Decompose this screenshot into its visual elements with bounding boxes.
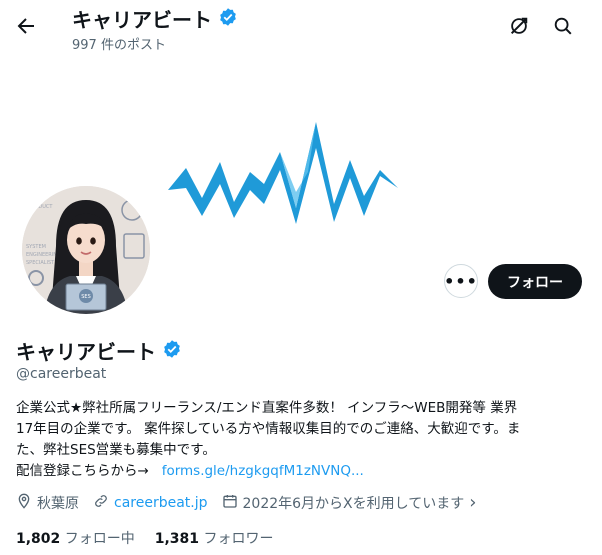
follow-button[interactable]: フォロー [488, 264, 582, 299]
calendar-icon [222, 493, 238, 513]
profile-meta: 秋葉原 careerbeat.jp 2022年6月からXを利用しています › [16, 492, 486, 513]
svg-text:SPECIALIST: SPECIALIST [26, 260, 55, 266]
grok-icon[interactable] [508, 15, 530, 37]
bio-link-prefix: 配信登録こちらから→ [16, 463, 149, 479]
location-text: 秋葉原 [37, 495, 79, 512]
location-pin-icon [16, 493, 32, 513]
joined-item[interactable]: 2022年6月からXを利用しています › [222, 492, 477, 513]
post-count: 997 件のポスト [72, 38, 166, 53]
link-icon [93, 493, 109, 513]
more-options-icon: ••• [444, 271, 478, 291]
svg-text:SES: SES [81, 294, 91, 300]
verified-badge-icon [218, 7, 238, 31]
joined-text: 2022年6月からXを利用しています [242, 495, 465, 512]
profile-handle: @careerbeat [16, 366, 107, 382]
profile-name-row: キャリアビート [16, 336, 182, 365]
chevron-right-icon: › [469, 492, 477, 513]
verified-badge-icon [162, 339, 182, 363]
bio-line: 17年目の企業です。 案件探している方や情報収集目的でのご連絡、大歓迎です。ま [16, 421, 521, 437]
profile-bio: 企業公式★弊社所属フリーランス/エンド直案件多数！ インフラ〜WEB開発等 業界… [16, 398, 586, 482]
header-title-row: キャリアビート [72, 4, 238, 33]
website-link[interactable]: careerbeat.jp [114, 495, 208, 511]
website-item[interactable]: careerbeat.jp [93, 493, 208, 513]
following-count: 1,802 [16, 531, 61, 547]
profile-name: キャリアビート [16, 340, 156, 364]
bio-line: た、弊社SES営業も募集中です。 [16, 442, 216, 458]
following-stat[interactable]: 1,802 フォロー中 [16, 528, 135, 548]
followers-label: フォロワー [203, 531, 274, 547]
soundwave-logo [168, 112, 398, 236]
follow-stats: 1,802 フォロー中 1,381 フォロワー [16, 528, 274, 548]
location-item: 秋葉原 [16, 493, 79, 513]
header-title: キャリアビート [72, 8, 212, 32]
bio-link[interactable]: forms.gle/hzgkgqfM1zNVNQ... [162, 463, 364, 479]
back-arrow-icon[interactable] [14, 14, 38, 38]
following-label: フォロー中 [64, 531, 135, 547]
bio-line: 企業公式★弊社所属フリーランス/エンド直案件多数！ インフラ〜WEB開発等 業界 [16, 400, 518, 416]
followers-stat[interactable]: 1,381 フォロワー [155, 528, 274, 548]
bio-line: 配信登録こちらから→ forms.gle/hzgkgqfM1zNVNQ... [16, 461, 586, 482]
search-icon[interactable] [552, 15, 574, 37]
followers-count: 1,381 [154, 531, 200, 547]
more-options-button[interactable]: ••• [444, 264, 478, 298]
svg-text:SYSTEM: SYSTEM [26, 244, 46, 250]
profile-avatar[interactable]: PRODUCT SYSTEM ENGINEERING SPECIALIST SE… [18, 182, 154, 318]
